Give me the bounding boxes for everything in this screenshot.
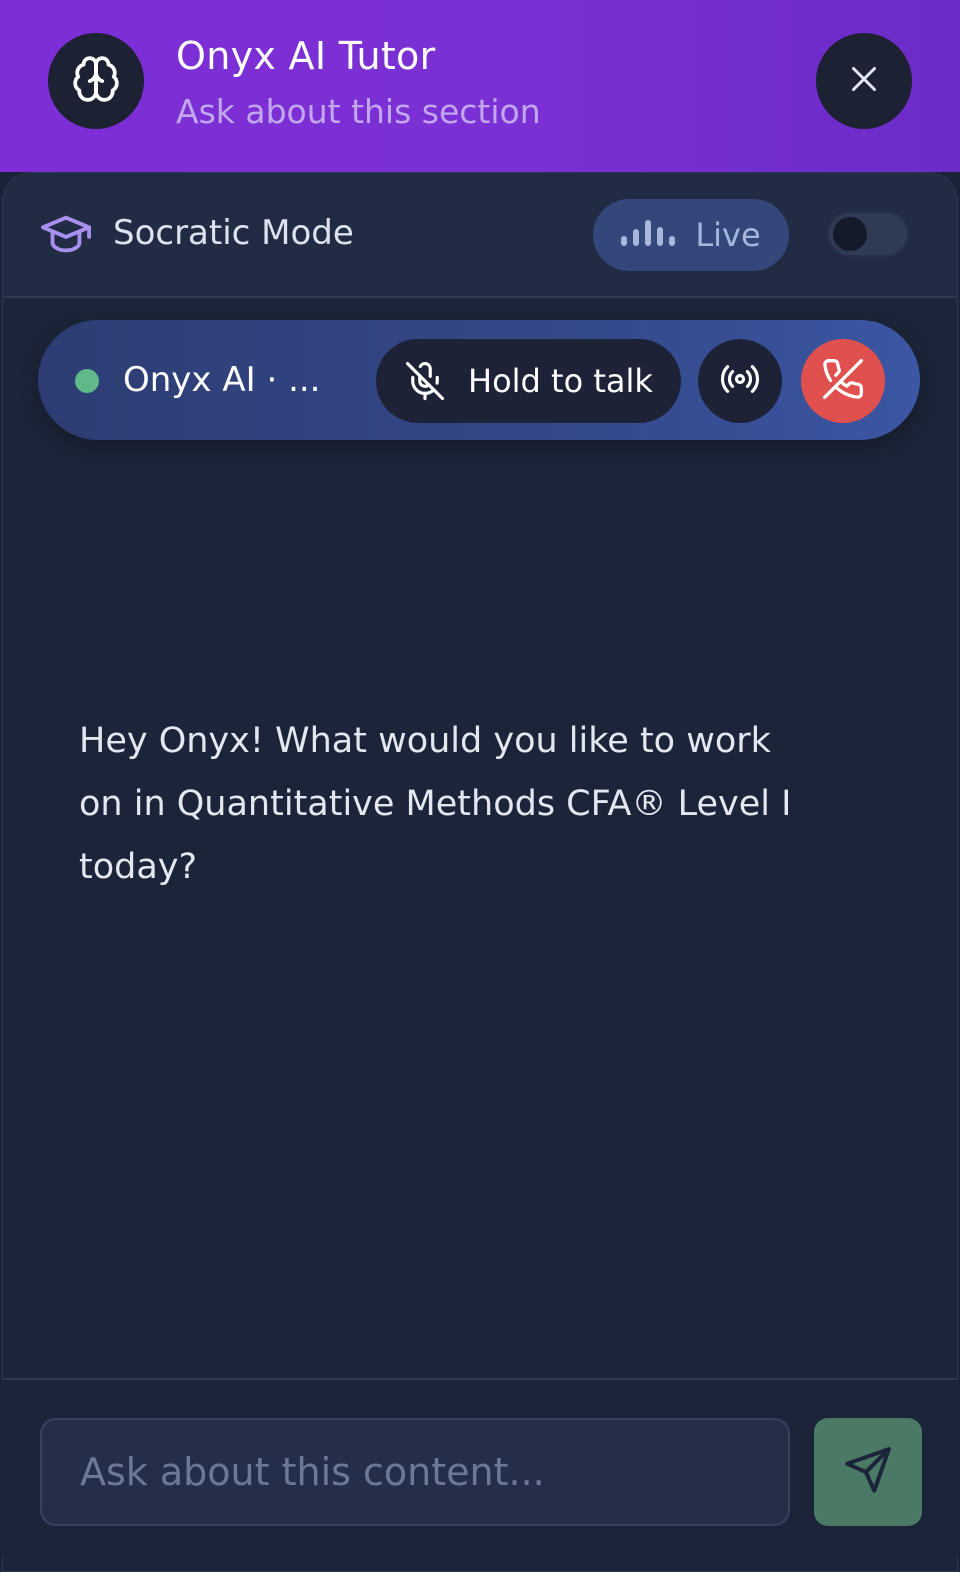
mic-off-icon: [404, 360, 446, 402]
send-icon: [843, 1445, 893, 1499]
end-call-button[interactable]: [801, 339, 885, 423]
voice-call-bar: Onyx AI · ... Hold to talk: [38, 320, 920, 440]
phone-off-icon: [821, 357, 865, 405]
broadcast-button[interactable]: [698, 339, 782, 423]
composer-bar: [2, 1378, 958, 1555]
call-name: Onyx AI · ...: [123, 360, 321, 400]
broadcast-icon: [719, 358, 761, 404]
chat-title: Onyx AI Tutor: [176, 34, 436, 78]
toggle-knob: [833, 217, 867, 251]
graduation-cap-icon: [41, 215, 91, 259]
hold-to-talk-label: Hold to talk: [468, 362, 653, 400]
brain-icon: [71, 54, 121, 108]
assistant-message: Hey Onyx! What would you like to work on…: [79, 721, 792, 887]
hold-to-talk-button[interactable]: Hold to talk: [376, 339, 681, 423]
live-label: Live: [695, 216, 761, 254]
close-icon: [846, 61, 882, 101]
audio-bars-icon: [621, 218, 677, 252]
close-button[interactable]: [816, 33, 912, 129]
tutor-avatar: [48, 33, 144, 129]
chat-subtitle: Ask about this section: [176, 92, 541, 131]
chat-input[interactable]: [40, 1418, 790, 1526]
status-indicator: [75, 369, 99, 393]
live-button[interactable]: Live: [593, 199, 789, 271]
socratic-mode-label: Socratic Mode: [113, 213, 354, 253]
send-button[interactable]: [814, 1418, 922, 1526]
mode-bar: Socratic Mode Live: [3, 173, 957, 298]
socratic-mode-toggle[interactable]: [827, 211, 909, 257]
chat-header: Onyx AI Tutor Ask about this section: [0, 0, 960, 172]
